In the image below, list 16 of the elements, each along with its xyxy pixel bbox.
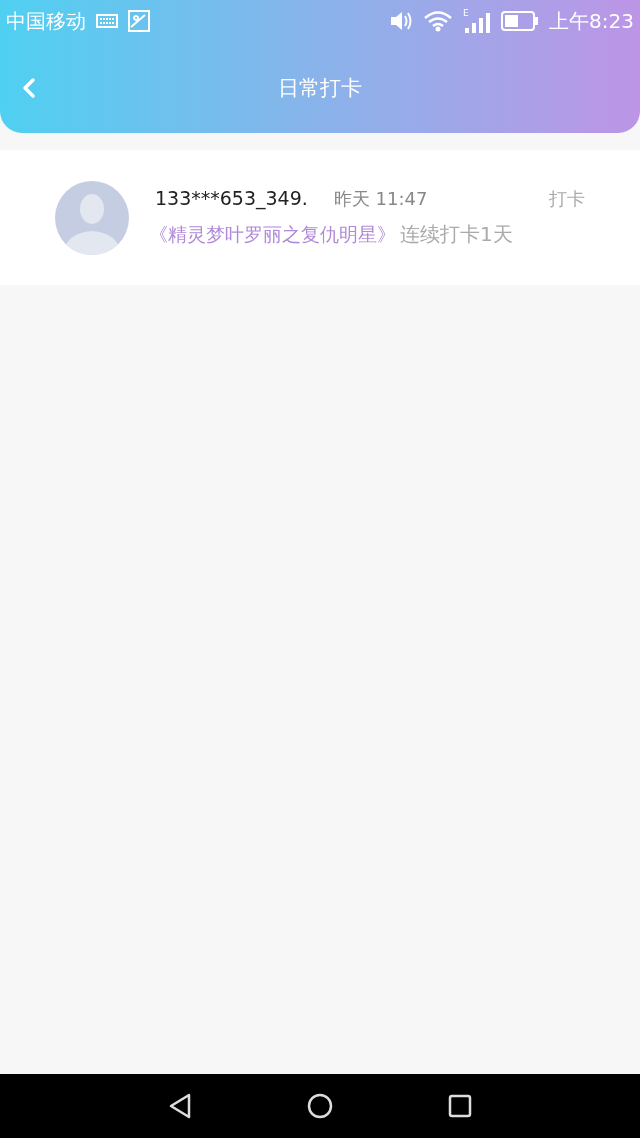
back-nav-button[interactable]	[167, 1093, 192, 1119]
clock-time: 上午8:23	[549, 7, 634, 35]
home-nav-button[interactable]	[307, 1093, 333, 1119]
keyboard-icon	[96, 14, 118, 28]
image-icon	[128, 10, 150, 32]
action-label: 打卡	[549, 187, 585, 211]
page-title: 日常打卡	[278, 74, 362, 102]
user-name: 133***653_349.	[155, 187, 308, 209]
streak-text: 连续打卡1天	[400, 221, 513, 248]
recents-nav-button[interactable]	[448, 1094, 473, 1118]
wifi-icon	[423, 10, 454, 32]
checkin-time: 昨天 11:47	[333, 187, 428, 211]
carrier-name: 中国移动	[6, 7, 86, 35]
battery-icon	[501, 11, 540, 31]
book-title: 《精灵梦叶罗丽之复仇明星》	[149, 222, 396, 247]
speaker-icon	[389, 10, 414, 32]
